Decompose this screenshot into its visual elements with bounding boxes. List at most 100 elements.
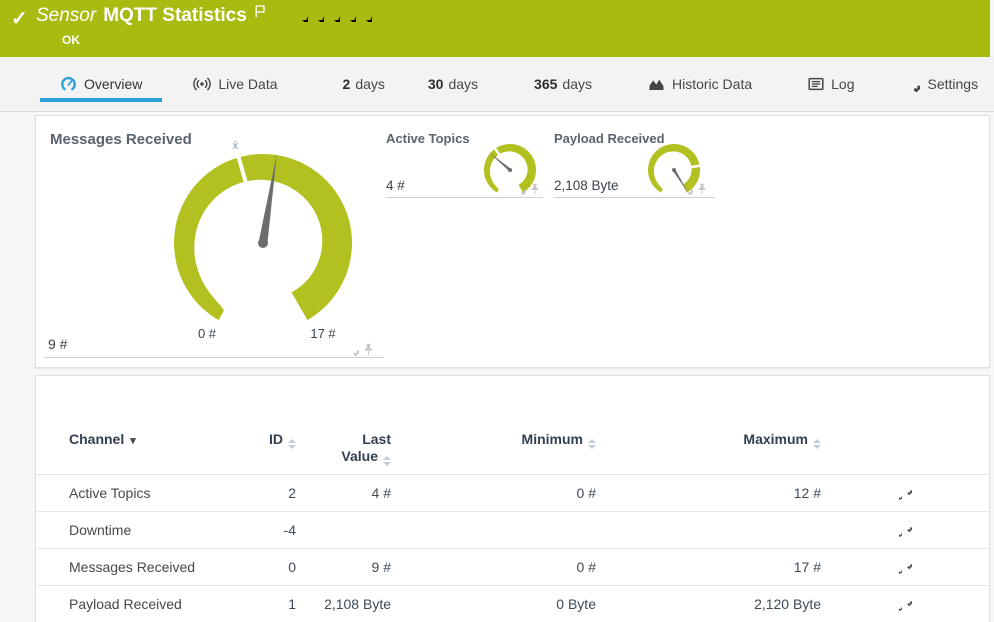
column-header-edit <box>826 376 989 475</box>
messages-received-gauge: x̄ <box>174 140 352 321</box>
gauges-card: Messages Received x̄ 0 # 17 # 9 # Active… <box>35 115 990 368</box>
channel-id: 2 <box>231 474 301 512</box>
pin-icon[interactable] <box>530 183 540 195</box>
gauge-corner-icons <box>346 343 374 356</box>
channel-last-value <box>301 511 396 549</box>
gauge-corner-icons <box>514 183 540 195</box>
column-header-minimum[interactable]: Minimum <box>396 376 601 475</box>
tab-number: 2 <box>342 76 351 92</box>
page-title: MQTT Statistics <box>103 5 247 26</box>
column-header-channel[interactable]: Channel ▾ <box>36 376 231 475</box>
gauge-corner-icons <box>681 183 707 195</box>
channel-id: -4 <box>231 511 301 549</box>
channel-settings-gears-icon[interactable] <box>894 595 912 611</box>
sort-icon <box>288 439 296 449</box>
column-header-id[interactable]: ID <box>231 376 301 475</box>
sensor-status-badge: OK <box>62 33 80 47</box>
tab-label: Overview <box>84 76 143 92</box>
tab-365-days[interactable]: 365 days <box>514 57 612 112</box>
live-data-icon <box>193 76 212 92</box>
table-row: Payload Received 1 2,108 Byte 0 Byte 2,1… <box>36 585 989 622</box>
tab-label: days <box>355 76 385 92</box>
tab-label: Historic Data <box>671 76 753 92</box>
channel-last-value: 4 # <box>301 474 396 512</box>
channel-last-value: 2,108 Byte <box>301 585 396 622</box>
gauge-icon <box>60 76 77 92</box>
tab-30-days[interactable]: 30 days <box>408 57 498 112</box>
gear-icon[interactable] <box>346 343 359 356</box>
tab-label: days <box>562 76 592 92</box>
divider <box>554 197 714 198</box>
star-icon <box>293 7 308 22</box>
channel-maximum: 12 # <box>601 474 826 512</box>
channel-last-value: 9 # <box>301 548 396 586</box>
log-icon <box>808 77 824 91</box>
gauge-current-value: 4 # <box>386 178 405 193</box>
channel-settings-gears-icon[interactable] <box>894 484 912 500</box>
tab-log[interactable]: Log <box>788 57 874 112</box>
gauge-max-label: 17 # <box>310 326 336 341</box>
star-icon <box>357 7 372 22</box>
star-icon <box>341 7 356 22</box>
column-header-maximum[interactable]: Maximum <box>601 376 826 475</box>
sort-icon <box>383 456 391 466</box>
channel-name: Messages Received <box>36 548 231 586</box>
pin-icon[interactable] <box>363 343 374 356</box>
channel-minimum: 0 # <box>396 548 601 586</box>
channel-maximum <box>601 511 826 549</box>
table-row: Active Topics 2 4 # 0 # 12 # <box>36 474 989 512</box>
gear-icon[interactable] <box>514 183 526 195</box>
channels-table: Channel▾ ID Last Value Minimum Maximum <box>36 376 989 622</box>
historic-data-icon <box>648 77 665 92</box>
svg-text:x̄: x̄ <box>233 140 239 152</box>
priority-stars[interactable] <box>293 7 373 27</box>
tab-label: days <box>448 76 479 92</box>
status-check-icon: ✓ <box>11 8 28 30</box>
tab-label: Settings <box>927 76 979 92</box>
channel-name: Active Topics <box>36 474 231 512</box>
sort-icon <box>588 439 596 449</box>
channel-settings-gears-icon[interactable] <box>894 558 912 574</box>
gear-icon[interactable] <box>681 183 693 195</box>
gauge-title-active-topics: Active Topics <box>386 131 470 146</box>
prtg-sensor-page: ✓ Sensor MQTT Statistics OK Overview Liv… <box>0 0 994 622</box>
tab-number: 365 <box>534 76 558 92</box>
channel-minimum <box>396 511 601 549</box>
gauge-current-value: 9 # <box>48 336 68 352</box>
sort-icon <box>813 439 821 449</box>
star-icon <box>325 7 340 22</box>
pin-icon[interactable] <box>697 183 707 195</box>
channel-minimum: 0 # <box>396 474 601 512</box>
channel-name: Downtime <box>36 511 231 549</box>
divider <box>44 357 384 358</box>
divider <box>386 197 543 198</box>
tab-historic-data[interactable]: Historic Data <box>628 57 772 112</box>
table-header-row: Channel ▾ ID Last Value Minimum Maximum <box>36 376 989 475</box>
channel-id: 0 <box>231 548 301 586</box>
tab-settings[interactable]: Settings <box>885 57 994 112</box>
tab-bar: Overview Live Data 2 days 30 days 365 da… <box>0 57 994 112</box>
tab-label: Log <box>831 76 855 92</box>
tab-2-days[interactable]: 2 days <box>323 57 405 112</box>
column-header-last-value[interactable]: Last Value <box>301 376 396 475</box>
flag-icon[interactable] <box>255 5 266 23</box>
channel-minimum: 0 Byte <box>396 585 601 622</box>
gauge-current-value: 2,108 Byte <box>554 178 619 193</box>
sensor-header: ✓ Sensor MQTT Statistics OK <box>0 0 990 57</box>
sort-caret-down-icon: ▾ <box>130 435 136 447</box>
channel-id: 1 <box>231 585 301 622</box>
channel-maximum: 2,120 Byte <box>601 585 826 622</box>
table-row: Messages Received 0 9 # 0 # 17 # <box>36 548 989 586</box>
star-icon <box>309 7 324 22</box>
tab-live-data[interactable]: Live Data <box>173 57 297 112</box>
sensor-type-label: Sensor <box>36 5 97 26</box>
channel-settings-gears-icon[interactable] <box>894 521 912 537</box>
tab-overview[interactable]: Overview <box>40 57 163 112</box>
channels-card: Channel▾ ID Last Value Minimum Maximum <box>35 375 990 622</box>
channel-name: Payload Received <box>36 585 231 622</box>
gauge-min-label: 0 # <box>197 326 217 341</box>
table-row: Downtime -4 <box>36 511 989 549</box>
channel-maximum: 17 # <box>601 548 826 586</box>
settings-gear-icon <box>905 77 920 92</box>
tab-label: Live Data <box>218 76 278 92</box>
